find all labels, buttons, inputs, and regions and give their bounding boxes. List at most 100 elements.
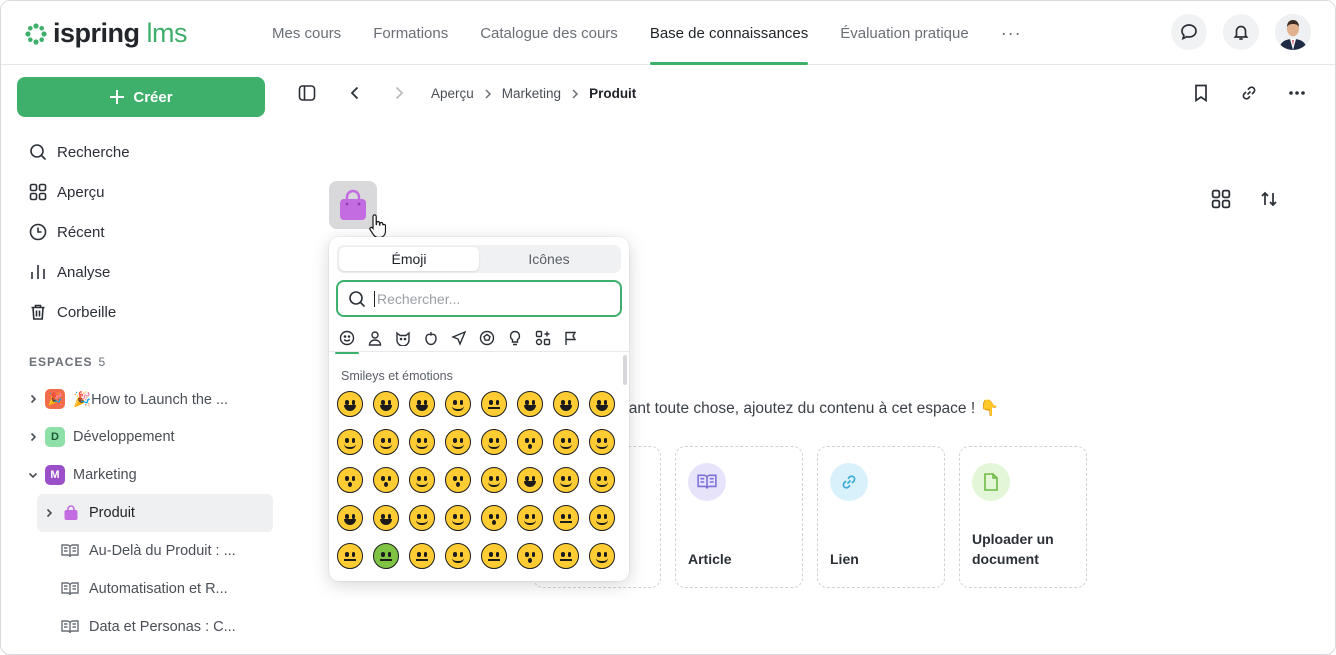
emoji-smiley-icon[interactable] (479, 503, 509, 533)
emoji-smiley-icon[interactable] (407, 541, 437, 571)
emoji-smiley-icon[interactable] (587, 427, 617, 457)
forward-arrow-icon[interactable] (391, 84, 407, 107)
emoji-smiley-icon[interactable] (371, 465, 401, 495)
emoji-smiley-icon[interactable] (443, 427, 473, 457)
chevron-right-icon[interactable] (25, 432, 41, 442)
emoji-smiley-icon[interactable] (371, 389, 401, 419)
emoji-smiley-icon[interactable] (479, 541, 509, 571)
emoji-smiley-icon[interactable] (443, 541, 473, 571)
nav-base-connaissances[interactable]: Base de connaissances (649, 1, 809, 65)
emoji-smiley-icon[interactable] (479, 389, 509, 419)
chevron-right-icon[interactable] (41, 508, 57, 518)
emoji-smiley-icon[interactable] (515, 579, 545, 581)
link-icon[interactable] (1239, 83, 1259, 108)
emoji-smiley-icon[interactable] (407, 579, 437, 581)
emoji-smiley-icon[interactable] (551, 541, 581, 571)
emoji-smiley-icon[interactable] (515, 541, 545, 571)
emoji-smiley-icon[interactable] (587, 541, 617, 571)
sort-icon[interactable] (1259, 189, 1279, 214)
emoji-smiley-icon[interactable] (371, 579, 401, 581)
symbols-category-icon[interactable] (533, 327, 553, 349)
nav-more-button[interactable]: ··· (1001, 1, 1022, 65)
breadcrumb-apercu[interactable]: Aperçu (431, 86, 474, 101)
emoji-smiley-icon[interactable] (587, 389, 617, 419)
card-upload-document[interactable]: Uploader un document (959, 446, 1087, 588)
emoji-smiley-icon[interactable] (335, 503, 365, 533)
emoji-smiley-icon[interactable] (371, 427, 401, 457)
sidebar-item-apercu[interactable]: Aperçu (29, 172, 130, 212)
emoji-smiley-icon[interactable] (371, 503, 401, 533)
emoji-smiley-icon[interactable] (371, 541, 401, 571)
create-button[interactable]: Créer (17, 77, 265, 117)
card-article[interactable]: Article (675, 446, 803, 588)
chevron-right-icon[interactable] (25, 394, 41, 404)
emoji-search-input[interactable] (374, 290, 594, 307)
sidebar-item-recherche[interactable]: Recherche (29, 132, 130, 172)
page-automatisation[interactable]: Automatisation et R... (25, 570, 273, 608)
breadcrumb-marketing[interactable]: Marketing (502, 86, 561, 101)
smiley-category-icon[interactable] (335, 327, 359, 354)
sidebar-item-corbeille[interactable]: Corbeille (29, 292, 130, 332)
flag-category-icon[interactable] (561, 327, 581, 349)
space-produit[interactable]: Produit (37, 494, 273, 532)
emoji-smiley-icon[interactable] (443, 503, 473, 533)
more-options-icon[interactable] (1287, 83, 1307, 108)
page-data-personas[interactable]: Data et Personas : C... (25, 608, 273, 646)
emoji-smiley-icon[interactable] (335, 541, 365, 571)
emoji-smiley-icon[interactable] (335, 579, 365, 581)
space-how-to-launch[interactable]: 🎉 🎉How to Launch the ... (25, 380, 273, 418)
emoji-smiley-icon[interactable] (335, 427, 365, 457)
animal-category-icon[interactable] (393, 327, 413, 349)
tab-icones[interactable]: Icônes (479, 247, 619, 271)
emoji-smiley-icon[interactable] (479, 465, 509, 495)
bookmark-icon[interactable] (1191, 83, 1211, 108)
emoji-smiley-icon[interactable] (407, 503, 437, 533)
emoji-smiley-icon[interactable] (407, 465, 437, 495)
chevron-down-icon[interactable] (25, 470, 41, 480)
user-avatar[interactable] (1275, 14, 1311, 50)
emoji-smiley-icon[interactable] (587, 503, 617, 533)
emoji-smiley-icon[interactable] (551, 503, 581, 533)
nav-evaluation-pratique[interactable]: Évaluation pratique (840, 1, 968, 65)
emoji-smiley-icon[interactable] (587, 579, 617, 581)
emoji-smiley-icon[interactable] (515, 503, 545, 533)
emoji-smiley-icon[interactable] (551, 579, 581, 581)
emoji-smiley-icon[interactable] (443, 465, 473, 495)
sidebar-item-analyse[interactable]: Analyse (29, 252, 130, 292)
emoji-smiley-icon[interactable] (551, 427, 581, 457)
emoji-smiley-icon[interactable] (551, 389, 581, 419)
space-marketing[interactable]: M Marketing (25, 456, 273, 494)
emoji-smiley-icon[interactable] (479, 579, 509, 581)
emoji-smiley-icon[interactable] (407, 427, 437, 457)
travel-category-icon[interactable] (449, 327, 469, 349)
back-arrow-icon[interactable] (347, 84, 363, 107)
space-developpement[interactable]: D Développement (25, 418, 273, 456)
sidebar-item-recent[interactable]: Récent (29, 212, 130, 252)
emoji-smiley-icon[interactable] (551, 465, 581, 495)
activity-category-icon[interactable] (477, 327, 497, 349)
sidebar-toggle-icon[interactable] (298, 84, 316, 107)
grid-view-icon[interactable] (1211, 189, 1231, 214)
emoji-smiley-icon[interactable] (515, 389, 545, 419)
picker-scrollbar[interactable] (623, 355, 627, 385)
lightbulb-category-icon[interactable] (505, 327, 525, 349)
emoji-smiley-icon[interactable] (479, 427, 509, 457)
emoji-smiley-icon[interactable] (515, 427, 545, 457)
emoji-smiley-icon[interactable] (443, 579, 473, 581)
emoji-smiley-icon[interactable] (515, 465, 545, 495)
emoji-smiley-icon[interactable] (443, 389, 473, 419)
emoji-smiley-icon[interactable] (407, 389, 437, 419)
emoji-smiley-icon[interactable] (335, 465, 365, 495)
tab-emoji[interactable]: Émoji (339, 247, 479, 271)
emoji-smiley-icon[interactable] (587, 465, 617, 495)
person-category-icon[interactable] (365, 327, 385, 349)
emoji-smiley-icon[interactable] (335, 389, 365, 419)
card-lien[interactable]: Lien (817, 446, 945, 588)
logo[interactable]: ispring lms (25, 18, 188, 49)
food-category-icon[interactable] (421, 327, 441, 349)
nav-formations[interactable]: Formations (373, 1, 448, 65)
nav-mes-cours[interactable]: Mes cours (272, 1, 341, 65)
notifications-button[interactable] (1223, 14, 1259, 50)
page-au-dela[interactable]: Au-Delà du Produit : ... (25, 532, 273, 570)
messages-button[interactable] (1171, 14, 1207, 50)
